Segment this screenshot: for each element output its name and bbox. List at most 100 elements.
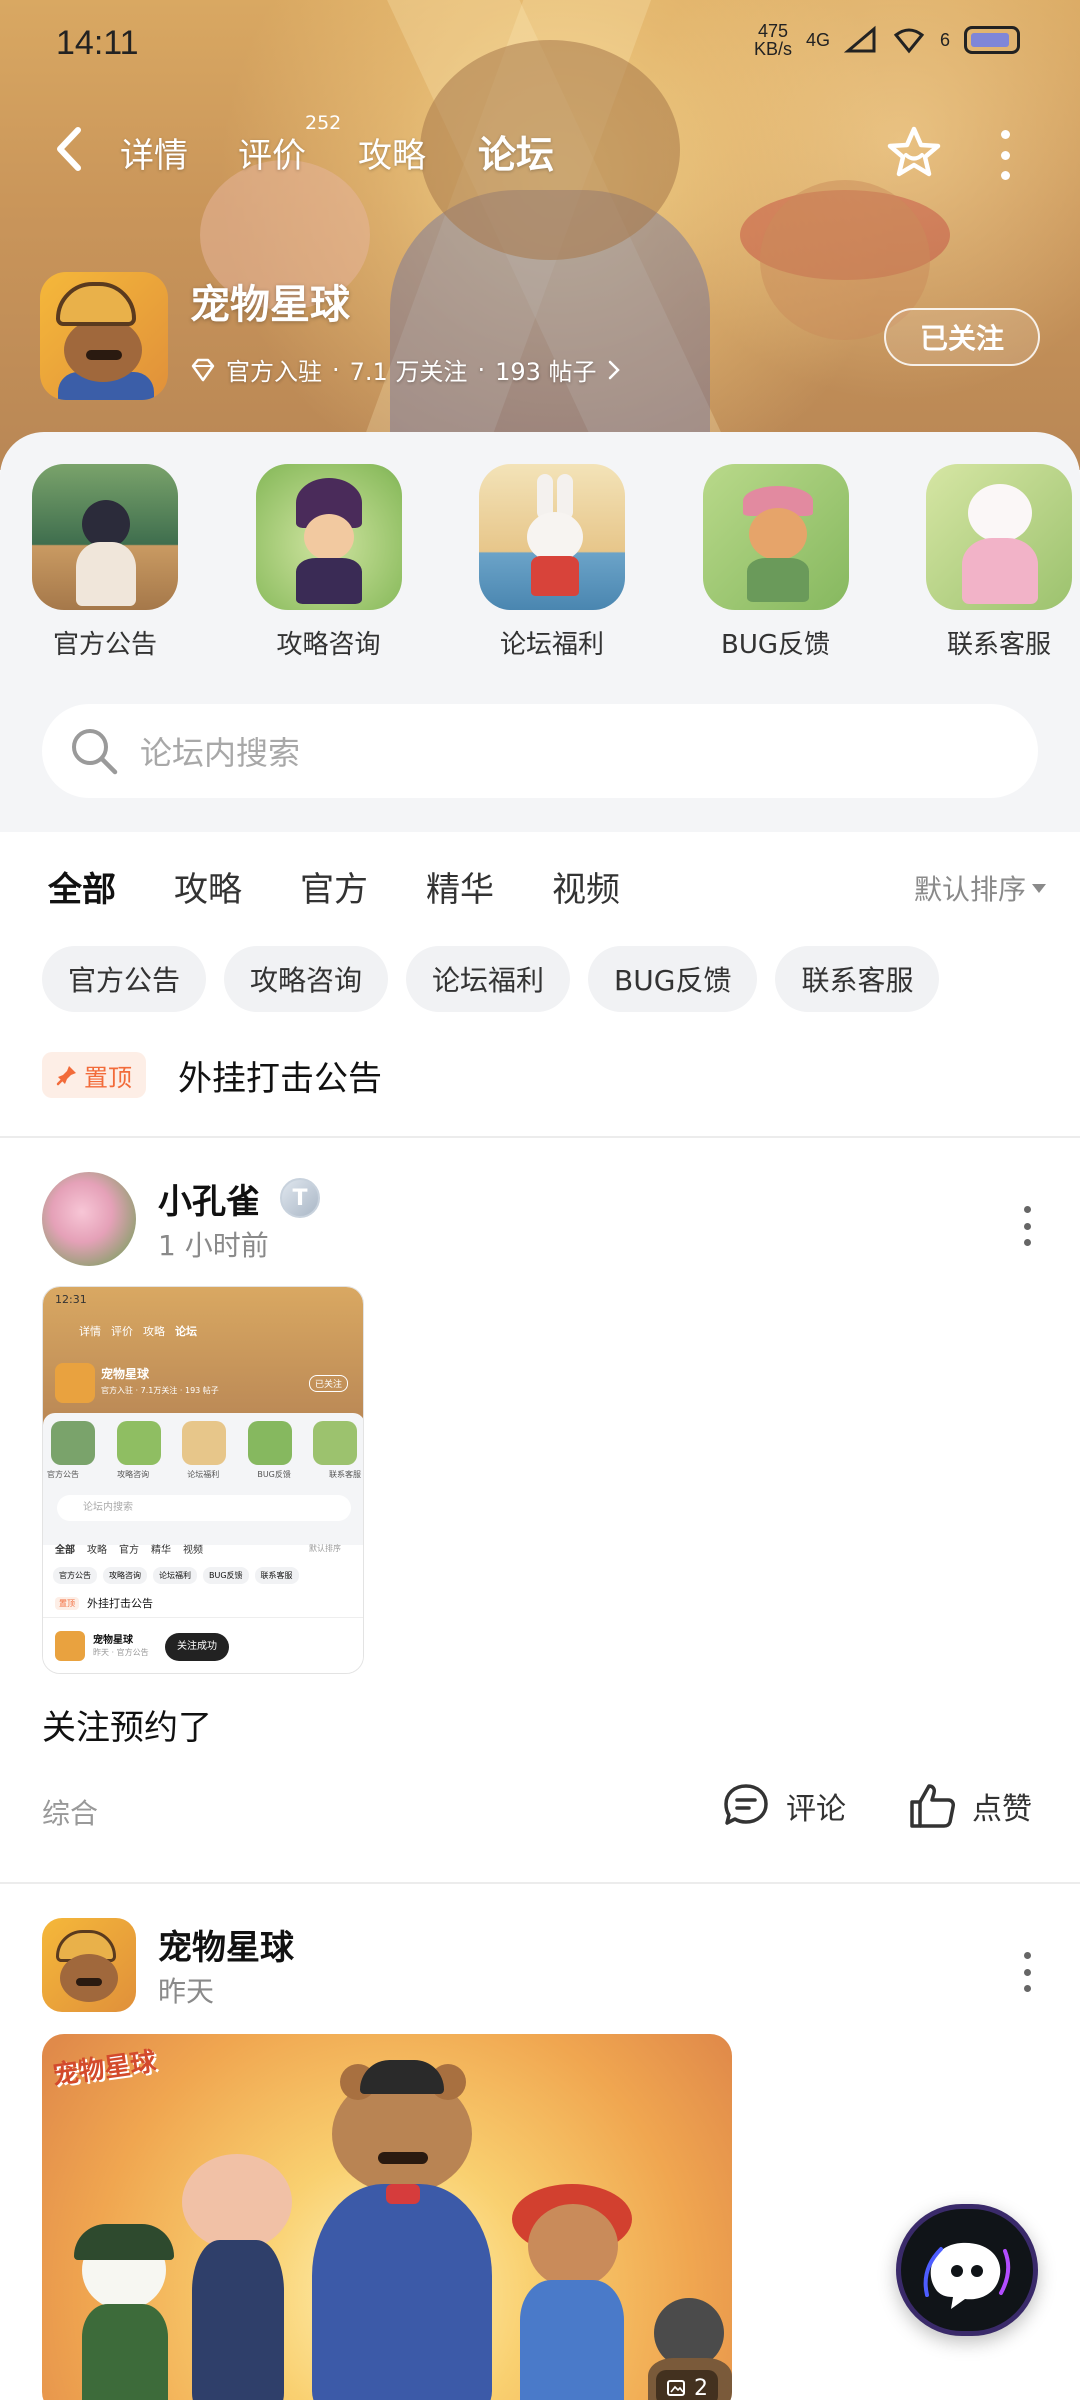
- board-guide-questions[interactable]: 攻略咨询: [255, 464, 402, 664]
- game-title: 宠物星球: [190, 282, 350, 328]
- chip-official-announcements[interactable]: 官方公告: [42, 946, 207, 1012]
- pinned-badge: 置顶: [42, 1052, 146, 1098]
- board-bug-feedback[interactable]: BUG反馈: [702, 464, 849, 664]
- mini-pin-title: 外挂打击公告: [87, 1597, 153, 1610]
- filter-tab-featured[interactable]: 精华: [426, 862, 494, 911]
- status-time: 14:11: [56, 24, 139, 62]
- mini-board-label: BUG反馈: [257, 1470, 291, 1479]
- post-time: 昨天: [158, 1975, 215, 2008]
- mini-chip: 官方公告: [53, 1567, 97, 1584]
- like-button[interactable]: 点赞: [906, 1780, 1032, 1832]
- mini-board-label: 联系客服: [328, 1470, 361, 1479]
- author-name[interactable]: 小孔雀: [158, 1174, 260, 1223]
- tab-details[interactable]: 详情: [120, 128, 188, 177]
- battery-icon: [964, 26, 1020, 54]
- board-forum-perks[interactable]: 论坛福利: [479, 464, 625, 664]
- favorite-star-icon[interactable]: [885, 124, 943, 182]
- mini-chip: 论坛福利: [153, 1567, 197, 1584]
- mini-board-labels: 官方公告 攻略咨询 论坛福利 BUG反馈 联系客服: [47, 1469, 361, 1480]
- mini-pinned: 置顶 外挂打击公告: [55, 1595, 153, 1611]
- comment-icon: [724, 1784, 768, 1825]
- game-meta[interactable]: 官方入驻 · 7.1 万关注 · 193 帖子: [190, 352, 621, 387]
- tab-guides[interactable]: 攻略: [358, 128, 426, 177]
- board-label: 联系客服: [946, 630, 1051, 660]
- post-more-icon[interactable]: [1022, 1952, 1032, 1992]
- followers-count: 7.1 万关注: [349, 358, 468, 386]
- mini-toast: 关注成功: [165, 1633, 229, 1661]
- mini-chip: BUG反馈: [203, 1567, 249, 1584]
- mini-post-avatar: [55, 1631, 85, 1661]
- board-thumbnail: [32, 464, 178, 610]
- signal-sub-label: 6: [939, 29, 950, 50]
- board-list: 官方公告 攻略咨询 论坛福利 BUG反馈 联系客服: [32, 464, 1072, 664]
- search-placeholder: 论坛内搜索: [140, 734, 301, 772]
- filter-tab-official[interactable]: 官方: [300, 862, 368, 911]
- tab-reviews[interactable]: 评价: [238, 128, 306, 177]
- mini-sort: 默认排序: [309, 1544, 341, 1553]
- mini-nav-tabs: 详情 评价 攻略 论坛: [79, 1323, 197, 1339]
- tab-forum[interactable]: 论坛: [478, 124, 555, 181]
- mini-follow: 已关注: [309, 1375, 349, 1392]
- like-label: 点赞: [972, 1792, 1032, 1827]
- filter-tab-all[interactable]: 全部: [48, 862, 116, 915]
- more-options-icon[interactable]: [990, 130, 1020, 180]
- mini-chip: 攻略咨询: [103, 1567, 147, 1584]
- post-image[interactable]: 宠物星球 2: [42, 2034, 732, 2400]
- reviews-count-badge: 252: [305, 112, 342, 134]
- meta-separator: ·: [332, 355, 340, 384]
- signal-icon: [843, 25, 876, 53]
- chat-bubble-icon: [923, 2242, 1011, 2309]
- chip-bug-feedback[interactable]: BUG反馈: [588, 946, 758, 1012]
- filter-tab-guides[interactable]: 攻略: [174, 862, 242, 911]
- mini-boards: [51, 1421, 357, 1465]
- pinned-post[interactable]: 置顶 外挂打击公告: [42, 1050, 1042, 1100]
- mini-filter: 全部: [55, 1545, 75, 1556]
- diamond-verified-icon: [191, 358, 215, 381]
- game-logo-art: 宠物星球: [50, 2046, 158, 2092]
- official-label: 官方入驻: [226, 358, 322, 386]
- posts-count: 193 帖子: [495, 358, 597, 386]
- mini-chip: 联系客服: [254, 1567, 299, 1584]
- chip-forum-perks[interactable]: 论坛福利: [406, 946, 571, 1012]
- post-content[interactable]: 关注预约了: [42, 1700, 212, 1749]
- filter-tab-videos[interactable]: 视频: [552, 862, 620, 911]
- sort-dropdown[interactable]: 默认排序: [914, 868, 1046, 908]
- board-thumbnail: [702, 464, 849, 610]
- board-official-announcements[interactable]: 官方公告: [32, 464, 178, 664]
- post-card[interactable]: 小孔雀 T 1 小时前 12:31 详情 评价 攻略 论坛 宠物星球 官方入驻 …: [0, 1136, 1080, 1882]
- follow-button[interactable]: 已关注: [884, 308, 1040, 366]
- avatar[interactable]: [42, 1172, 136, 1266]
- game-banner: 14:11 475 KB/s 4G 6 详情 评价 252 攻略 论坛 宠物星球…: [0, 0, 1080, 470]
- user-level-badge: T: [280, 1178, 320, 1218]
- game-app-icon[interactable]: [40, 272, 168, 400]
- ai-assistant-button[interactable]: [896, 2204, 1038, 2336]
- mini-tab: 攻略: [143, 1325, 165, 1338]
- network-type: 4G: [805, 29, 830, 50]
- mini-board-label: 官方公告: [47, 1470, 79, 1479]
- pinned-title: 外挂打击公告: [178, 1058, 382, 1099]
- comment-button[interactable]: 评论: [720, 1780, 846, 1832]
- sort-label: 默认排序: [913, 873, 1026, 906]
- board-customer-service[interactable]: 联系客服: [926, 464, 1072, 664]
- post-more-icon[interactable]: [1022, 1206, 1032, 1246]
- pin-icon: [56, 1066, 76, 1086]
- top-nav: 详情 评价 252 攻略 论坛: [0, 110, 1080, 190]
- avatar[interactable]: [42, 1918, 136, 2012]
- forum-search-bar[interactable]: 论坛内搜索: [42, 704, 1038, 798]
- board-label: 官方公告: [52, 630, 157, 660]
- post-category[interactable]: 综合: [42, 1792, 98, 1832]
- mini-pin-badge: 置顶: [55, 1596, 79, 1610]
- back-arrow-icon[interactable]: [50, 124, 90, 174]
- mini-post-author: 宠物星球: [93, 1635, 133, 1646]
- thumbs-up-icon: [910, 1784, 955, 1828]
- chip-guide-questions[interactable]: 攻略咨询: [224, 946, 389, 1012]
- image-count-badge: 2: [656, 2370, 718, 2400]
- post-image[interactable]: 12:31 详情 评价 攻略 论坛 宠物星球 官方入驻 · 7.1万关注 · 1…: [42, 1286, 364, 1674]
- chip-customer-service[interactable]: 联系客服: [775, 946, 940, 1012]
- board-thumbnail: [255, 464, 402, 610]
- post-time: 1 小时前: [158, 1229, 269, 1262]
- board-chips: 官方公告 攻略咨询 论坛福利 BUG反馈 联系客服: [42, 946, 1062, 1012]
- image-count: 2: [694, 2375, 708, 2400]
- author-name[interactable]: 宠物星球: [158, 1920, 294, 1969]
- game-info: 宠物星球 官方入驻 · 7.1 万关注 · 193 帖子 已关注: [40, 272, 1040, 402]
